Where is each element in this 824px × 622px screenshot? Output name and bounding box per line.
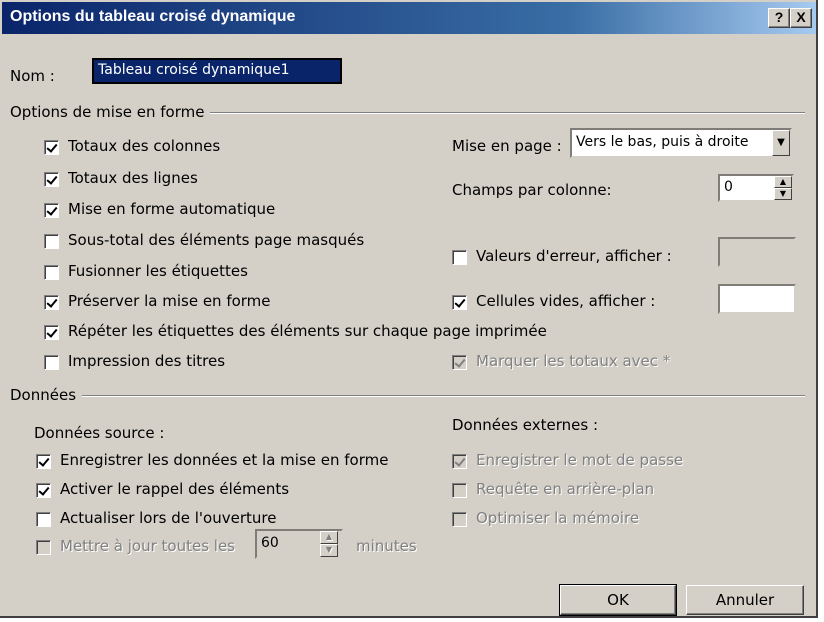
impression-titres-checkbox[interactable] [44,355,59,370]
impression-titres-label: Impression des titres [68,352,226,370]
valeurs-erreur-input[interactable] [718,237,796,267]
minutes-unit-label: minutes [356,537,417,555]
totaux-lignes-label: Totaux des lignes [68,169,198,187]
enregistrer-donnees-checkbox[interactable] [36,454,51,469]
sous-total-label: Sous-total des éléments page masqués [68,231,365,249]
mise-en-page-select[interactable]: Vers le bas, puis à droite [570,128,792,158]
repeter-checkbox[interactable] [44,325,59,340]
minutes-value: 60 [261,535,279,551]
help-button[interactable]: ? [768,8,790,28]
ok-button[interactable]: OK [559,584,677,616]
minutes-spin-up-icon[interactable]: ▲ [320,531,338,544]
optimiser-memoire-checkbox[interactable] [452,512,467,527]
mise-en-page-value: Vers le bas, puis à droite [576,134,749,150]
totaux-lignes-checkbox[interactable] [44,172,59,187]
preserver-label: Préserver la mise en forme [68,292,271,310]
valeurs-erreur-label: Valeurs d'erreur, afficher : [476,247,672,265]
preserver-checkbox[interactable] [44,295,59,310]
cellules-vides-label: Cellules vides, afficher : [476,292,656,310]
marquer-totaux-label: Marquer les totaux avec * [476,352,671,370]
minutes-spin-down-icon[interactable]: ▼ [320,544,338,557]
fusionner-checkbox[interactable] [44,265,59,280]
repeter-label: Répéter les étiquettes des éléments sur … [68,322,547,340]
donnees-source-title: Données source : [34,424,165,442]
optimiser-memoire-label: Optimiser la mémoire [476,509,640,527]
totaux-colonnes-label: Totaux des colonnes [68,137,221,155]
mettre-a-jour-checkbox[interactable] [36,540,51,555]
format-group-title: Options de mise en forme [10,103,211,121]
spin-down-icon[interactable]: ▼ [774,188,792,200]
data-group-title: Données [10,386,83,404]
title-bar: Options du tableau croisé dynamique ? X [2,2,816,34]
mise-en-page-label: Mise en page : [452,137,562,155]
spin-up-icon[interactable]: ▲ [774,176,792,188]
marquer-totaux-checkbox[interactable] [452,355,467,370]
dialog-window: Options du tableau croisé dynamique ? X … [0,0,818,618]
mise-en-forme-auto-label: Mise en forme automatique [68,200,276,218]
actualiser-checkbox[interactable] [36,512,51,527]
activer-rappel-checkbox[interactable] [36,483,51,498]
requete-arriere-plan-checkbox[interactable] [452,483,467,498]
valeurs-erreur-checkbox[interactable] [452,250,467,265]
name-input[interactable]: Tableau croisé dynamique1 [92,58,342,84]
fusionner-label: Fusionner les étiquettes [68,262,248,280]
close-button[interactable]: X [790,8,812,28]
cellules-vides-input[interactable] [718,284,796,314]
name-label: Nom : [10,67,55,85]
activer-rappel-label: Activer le rappel des éléments [60,480,290,498]
enregistrer-mdp-checkbox[interactable] [452,454,467,469]
requete-arriere-plan-label: Requête en arrière-plan [476,480,655,498]
champs-par-colonne-value: 0 [724,179,733,195]
mettre-a-jour-label: Mettre à jour toutes les [60,537,235,555]
sous-total-checkbox[interactable] [44,234,59,249]
actualiser-label: Actualiser lors de l'ouverture [60,509,277,527]
mise-en-forme-auto-checkbox[interactable] [44,203,59,218]
cancel-button[interactable]: Annuler [686,585,804,615]
champs-par-colonne-label: Champs par colonne: [452,181,612,199]
cellules-vides-checkbox[interactable] [452,295,467,310]
chevron-down-icon[interactable]: ▼ [772,130,790,156]
donnees-externes-title: Données externes : [452,416,599,434]
totaux-colonnes-checkbox[interactable] [44,140,59,155]
enregistrer-donnees-label: Enregistrer les données et la mise en fo… [60,451,389,469]
window-title: Options du tableau croisé dynamique [10,8,296,25]
data-group-divider [10,395,805,397]
enregistrer-mdp-label: Enregistrer le mot de passe [476,451,684,469]
